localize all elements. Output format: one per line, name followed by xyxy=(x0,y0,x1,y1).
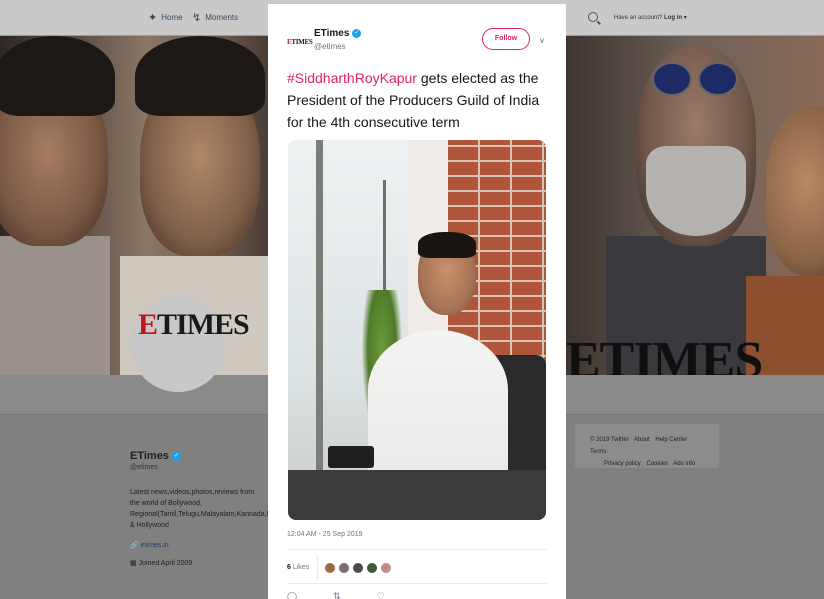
follow-button[interactable]: Follow xyxy=(482,28,530,50)
verified-icon: ✓ xyxy=(352,29,362,38)
profile-joined-row: ▦ Joined April 2009 xyxy=(130,559,262,567)
profile-name[interactable]: ETimes xyxy=(130,450,169,462)
author-name-row: ETimes ✓ xyxy=(314,28,362,39)
hashtag-link[interactable]: #SiddharthRoyKapur xyxy=(287,70,417,86)
nav-home[interactable]: ✦ Home xyxy=(148,11,183,24)
profile-link[interactable]: etimes.in xyxy=(141,542,169,549)
search-icon[interactable] xyxy=(588,12,598,22)
tweet-photo[interactable] xyxy=(288,140,546,520)
footer-link[interactable]: Privacy policy xyxy=(604,461,641,467)
lightning-icon: ↯ xyxy=(192,12,202,24)
liker-avatar[interactable] xyxy=(380,562,393,574)
reply-icon[interactable]: ◯ xyxy=(287,591,297,599)
likes-count-link[interactable]: 6 Likes xyxy=(287,555,319,581)
nav-moments[interactable]: ↯ Moments xyxy=(192,11,238,24)
author-info[interactable]: ETimes ✓ @etimes xyxy=(314,28,362,51)
login-prompt: Have an account? xyxy=(614,14,663,21)
footer-link[interactable]: Ads info xyxy=(673,461,695,467)
banner-figure xyxy=(766,106,824,276)
tweet-header: ETIMES ETimes ✓ @etimes Follow ∨ xyxy=(287,28,549,58)
footer-link[interactable]: Terms xyxy=(590,449,606,455)
liker-avatar[interactable] xyxy=(366,562,379,574)
profile-bio: Latest news,videos,photos,reviews from t… xyxy=(130,489,397,529)
divider xyxy=(287,583,547,584)
photo-desk-phone xyxy=(328,446,374,468)
profile-joined: Joined April 2009 xyxy=(138,560,193,567)
liker-avatar[interactable] xyxy=(338,562,351,574)
profile-name-row: ETimes ✓ xyxy=(130,450,262,462)
retweet-icon[interactable]: ⇅ xyxy=(333,591,341,599)
tweet-text: #SiddharthRoyKapur gets elected as the P… xyxy=(287,67,549,133)
author-avatar[interactable]: ETIMES xyxy=(287,38,313,48)
author-handle: @etimes xyxy=(314,42,346,51)
likes-count: 6 xyxy=(287,564,291,571)
banner-figure xyxy=(646,146,746,236)
banner-figure xyxy=(652,62,692,96)
footer-link[interactable]: About xyxy=(634,437,650,443)
liker-avatar[interactable] xyxy=(324,562,337,574)
verified-icon: ✓ xyxy=(171,451,181,461)
footer-link[interactable]: Help Center xyxy=(655,437,687,443)
chevron-down-icon[interactable]: ∨ xyxy=(539,36,545,45)
liker-avatars xyxy=(324,562,393,574)
profile-sidebar: ETimes ✓ @etimes Latest news,videos,phot… xyxy=(130,450,397,567)
banner-figure xyxy=(0,36,115,116)
profile-avatar-logo: ETIMES xyxy=(138,308,250,341)
divider xyxy=(287,549,547,550)
tweet-actions: ◯ ⇅ ♡ xyxy=(287,591,385,599)
login-link[interactable]: Log in xyxy=(664,15,682,21)
tweet-modal: ETIMES ETimes ✓ @etimes Follow ∨ #Siddha… xyxy=(268,4,566,599)
like-icon[interactable]: ♡ xyxy=(377,591,385,599)
footer-link[interactable]: Cookies xyxy=(646,461,668,467)
chevron-down-icon: ▾ xyxy=(683,14,687,21)
nav-right-group: Have an account? Log in ▾ xyxy=(588,12,687,22)
banner-photo-right xyxy=(566,36,824,375)
avatar-text: TIMES xyxy=(291,38,313,46)
banner-figure xyxy=(135,36,265,116)
nav-home-label: Home xyxy=(161,13,183,22)
tweet-stats: 6 Likes xyxy=(287,555,547,581)
calendar-icon: ▦ xyxy=(130,560,137,567)
author-name[interactable]: ETimes xyxy=(314,28,349,39)
profile-handle: @etimes xyxy=(130,464,158,471)
banner-logo-right: ETIMES xyxy=(566,332,763,375)
profile-link-row: 🔗 etimes.in xyxy=(130,541,262,549)
nav-moments-label: Moments xyxy=(205,13,239,22)
photo-person-hair xyxy=(418,232,476,258)
twitter-bird-icon: ✦ xyxy=(148,12,158,24)
link-icon: 🔗 xyxy=(130,542,139,549)
banner-figure xyxy=(698,62,738,96)
footer-link[interactable]: © 2019 Twitter xyxy=(590,437,629,443)
tweet-timestamp[interactable]: 12:04 AM - 25 Sep 2019 xyxy=(287,531,363,538)
banner-figure xyxy=(0,236,110,375)
footer-links: © 2019 Twitter About Help Center Terms P… xyxy=(575,424,719,468)
likes-label: Likes xyxy=(292,564,310,571)
photo-window-frame xyxy=(316,140,323,520)
photo-desk xyxy=(288,470,546,520)
liker-avatar[interactable] xyxy=(352,562,365,574)
login-area[interactable]: Have an account? Log in ▾ xyxy=(614,14,687,21)
